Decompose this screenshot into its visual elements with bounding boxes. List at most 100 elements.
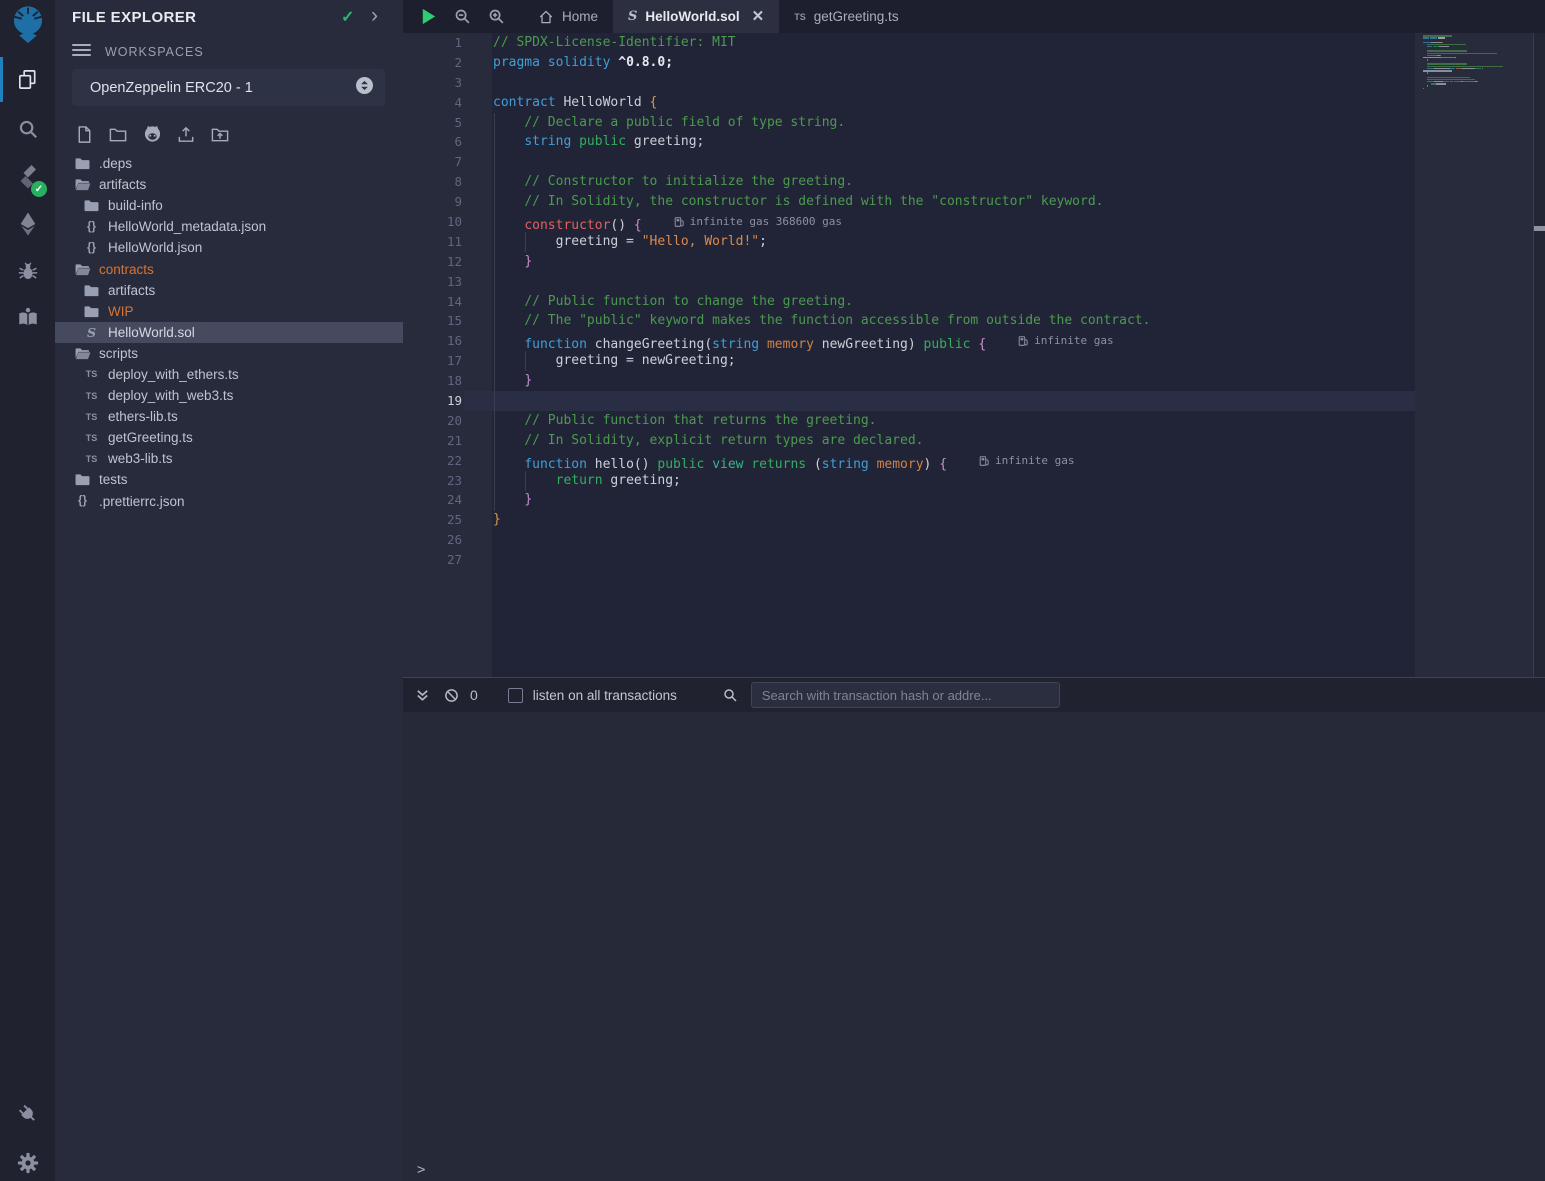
- close-tab-icon[interactable]: ✕: [752, 9, 765, 24]
- tree-item[interactable]: TSdeploy_with_web3.ts: [55, 385, 403, 406]
- zoom-out-button[interactable]: [449, 4, 475, 30]
- tree-item[interactable]: {}HelloWorld.json: [55, 237, 403, 258]
- activity-remix-logo[interactable]: [0, 3, 55, 47]
- listen-transactions-checkbox[interactable]: [508, 688, 523, 703]
- tree-item[interactable]: contracts: [55, 258, 403, 279]
- tab-getGreeting.ts[interactable]: TSgetGreeting.ts: [779, 0, 913, 33]
- activity-debugger[interactable]: [0, 250, 55, 294]
- file-tree: .depsartifactsbuild-info{}HelloWorld_met…: [55, 153, 403, 512]
- tree-item[interactable]: artifacts: [55, 280, 403, 301]
- remix-ide-window: ✓ FILE EXPLORER ✓ › WORKSPACES OpenZeppe…: [0, 0, 1545, 1181]
- activity-solidity-compiler[interactable]: ✓: [0, 155, 55, 199]
- terminal-output[interactable]: >: [403, 712, 1545, 1181]
- load-folder-icon[interactable]: [208, 122, 232, 146]
- line-number: 7: [403, 152, 462, 172]
- code-content[interactable]: // SPDX-License-Identifier: MITpragma so…: [464, 33, 1415, 570]
- code-line: [464, 272, 1415, 292]
- typescript-file-icon: TS: [83, 433, 100, 443]
- tree-item[interactable]: WIP: [55, 301, 403, 322]
- tree-item[interactable]: {} .prettierrc.json: [55, 491, 403, 512]
- tab-label: getGreeting.ts: [814, 9, 899, 24]
- line-number: 27: [403, 550, 462, 570]
- json-file-icon: {}: [74, 495, 91, 507]
- workspaces-label: WORKSPACES: [105, 45, 204, 59]
- code-line: // Constructor to initialize the greetin…: [464, 172, 1415, 192]
- tree-item[interactable]: TSdeploy_with_ethers.ts: [55, 364, 403, 385]
- new-folder-icon[interactable]: [106, 122, 130, 146]
- code-line: }: [464, 510, 1415, 530]
- code-line: [464, 73, 1415, 93]
- tree-item-label: .deps: [99, 156, 132, 171]
- folder-icon: [74, 157, 91, 170]
- workspace-ok-check-icon: ✓: [341, 7, 354, 27]
- tree-item-label: HelloWorld_metadata.json: [108, 219, 266, 234]
- compiled-check-badge: ✓: [31, 181, 47, 197]
- tree-item[interactable]: TSgetGreeting.ts: [55, 427, 403, 448]
- line-number: 22: [403, 451, 462, 471]
- activity-settings[interactable]: [0, 1141, 55, 1181]
- activity-search[interactable]: [0, 107, 55, 151]
- activity-deploy-and-run[interactable]: [0, 202, 55, 246]
- indent-guide: [525, 351, 526, 371]
- run-script-button[interactable]: [415, 4, 441, 30]
- tree-item[interactable]: scripts: [55, 343, 403, 364]
- solidity-file-icon: S: [628, 9, 637, 24]
- tree-item-label: build-info: [108, 198, 163, 213]
- scrollbar-thumb[interactable]: [1534, 226, 1545, 231]
- line-number: 1: [403, 33, 462, 53]
- tree-item[interactable]: TSweb3-lib.ts: [55, 448, 403, 469]
- line-number: 2: [403, 53, 462, 73]
- folder-icon: [74, 473, 91, 486]
- tab-HelloWorld.sol[interactable]: SHelloWorld.sol✕: [613, 0, 779, 33]
- activity-file-explorer[interactable]: [0, 57, 55, 101]
- typescript-file-icon: TS: [83, 412, 100, 422]
- tree-item-label: HelloWorld.sol: [108, 325, 195, 340]
- workspace-select[interactable]: OpenZeppelin ERC20 - 1: [72, 69, 385, 106]
- typescript-file-icon: TS: [83, 369, 100, 379]
- editor-scrollbar[interactable]: [1533, 33, 1545, 677]
- github-icon[interactable]: [140, 122, 164, 146]
- zoom-in-button[interactable]: [483, 4, 509, 30]
- code-line: [464, 530, 1415, 550]
- tree-item[interactable]: SHelloWorld.sol: [55, 322, 403, 343]
- tree-item[interactable]: build-info: [55, 195, 403, 216]
- minimap[interactable]: [1423, 35, 1523, 94]
- workspace-switch-icon: [356, 77, 373, 99]
- code-line: // In Solidity, the constructor is defin…: [464, 192, 1415, 212]
- upload-file-icon[interactable]: [174, 122, 198, 146]
- code-line: }: [464, 371, 1415, 391]
- line-number: 26: [403, 530, 462, 550]
- tree-item[interactable]: TSethers-lib.ts: [55, 406, 403, 427]
- line-number: 23: [403, 471, 462, 491]
- code-line: }: [464, 252, 1415, 272]
- expand-terminal-icon[interactable]: [411, 684, 433, 706]
- panel-title: FILE EXPLORER: [72, 9, 196, 26]
- line-number: 16: [403, 331, 462, 351]
- json-file-icon: {}: [83, 242, 100, 254]
- code-line: // Public function that returns the gree…: [464, 411, 1415, 431]
- workspaces-menu-icon[interactable]: [72, 44, 91, 58]
- code-line: pragma solidity ^0.8.0;: [464, 53, 1415, 73]
- tree-item-label: contracts: [99, 262, 154, 277]
- tree-item[interactable]: {}HelloWorld_metadata.json: [55, 216, 403, 237]
- move-panel-chevron-icon[interactable]: ›: [371, 4, 378, 28]
- gas-estimate: infinite gas: [979, 451, 1074, 471]
- line-number: 21: [403, 431, 462, 451]
- tree-item[interactable]: tests: [55, 469, 403, 490]
- terminal-bar: 0 listen on all transactions: [403, 677, 1545, 712]
- code-line: // Declare a public field of type string…: [464, 113, 1415, 133]
- line-number: 25: [403, 510, 462, 530]
- tree-item[interactable]: .deps: [55, 153, 403, 174]
- indent-guide: [494, 113, 495, 511]
- terminal-search-input[interactable]: [751, 682, 1060, 708]
- line-number: 24: [403, 490, 462, 510]
- tab-Home[interactable]: Home: [523, 0, 613, 33]
- activity-solidity-unit-testing[interactable]: [0, 295, 55, 339]
- new-file-icon[interactable]: [72, 122, 96, 146]
- tree-item-label: scripts: [99, 346, 138, 361]
- tree-item[interactable]: artifacts: [55, 174, 403, 195]
- clear-console-icon[interactable]: [440, 684, 462, 706]
- activity-plugin-manager[interactable]: [0, 1092, 55, 1136]
- file-explorer-panel: FILE EXPLORER ✓ › WORKSPACES OpenZeppeli…: [55, 0, 403, 1181]
- tree-item-label: .prettierrc.json: [99, 494, 185, 509]
